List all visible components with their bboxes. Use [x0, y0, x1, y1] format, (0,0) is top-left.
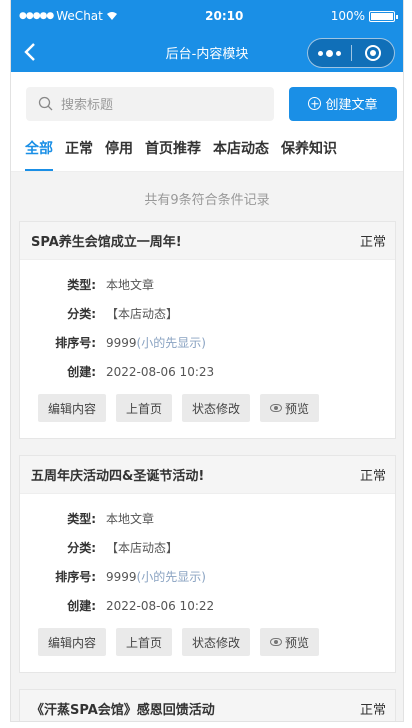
create-article-label: 创建文章	[325, 98, 378, 113]
category-label: 分类:	[67, 307, 96, 321]
change-status-button[interactable]: 状态修改	[182, 628, 251, 656]
tab-all[interactable]: 全部	[25, 125, 53, 171]
status-right: 100%	[330, 9, 398, 23]
card-actions: 编辑内容 上首页 状态修改 预览	[20, 386, 395, 438]
sort-label: 排序号:	[55, 336, 96, 350]
article-status: 正常	[359, 235, 386, 250]
category-tabs: 全部 正常 停用 首页推荐 本店动态 保养知识	[11, 126, 403, 172]
tab-disabled[interactable]: 停用	[105, 125, 133, 171]
more-dots-icon	[317, 50, 323, 56]
status-bar: ●●●●● WeChat 20:10 100%	[11, 0, 403, 32]
type-value: 本地文章	[106, 512, 155, 526]
sort-row: 排序号: 9999(小的先显示)	[20, 328, 395, 357]
back-arrow-icon	[24, 43, 35, 61]
tab-care-knowledge[interactable]: 保养知识	[281, 125, 337, 171]
card-body: 类型: 本地文章 分类: 【本店动态】 排序号: 9999(小的先显示) 创建: 202…	[20, 494, 395, 672]
article-card: 《汗蒸SPA会馆》感恩回馈活动 正常	[19, 689, 396, 721]
status-left: ●●●●● WeChat	[19, 9, 118, 23]
category-row: 分类: 【本店动态】	[20, 299, 395, 328]
created-value: 2022-08-06 10:22	[106, 598, 215, 613]
type-value: 本地文章	[106, 278, 155, 292]
sort-number: 9999	[106, 570, 137, 584]
type-row: 类型: 本地文章	[20, 270, 395, 299]
filter-area: 搜索标题 创建文章 全部 正常 停用 首页推荐 本店动态 保养知识	[11, 72, 403, 172]
change-status-button[interactable]: 状态修改	[182, 394, 251, 422]
tab-home-recommend[interactable]: 首页推荐	[145, 125, 201, 171]
record-count: 共有9条符合条件记录	[144, 193, 270, 208]
nav-bar: 后台-内容模块	[11, 32, 403, 72]
preview-button[interactable]: 预览	[260, 394, 320, 422]
create-article-button[interactable]: 创建文章	[289, 86, 397, 121]
card-header: 五周年庆活动四&圣诞节活动! 正常	[20, 456, 395, 494]
sort-label: 排序号:	[55, 570, 96, 584]
signal-icon: ●●●●●	[19, 11, 54, 21]
add-circle-icon	[308, 97, 322, 110]
page-title: 后台-内容模块	[165, 46, 249, 62]
card-actions: 编辑内容 上首页 状态修改 预览	[20, 620, 395, 672]
created-row: 创建: 2022-08-06 10:23	[20, 357, 395, 386]
article-status: 正常	[359, 469, 386, 484]
search-row: 搜索标题 创建文章	[11, 72, 403, 126]
promote-home-button[interactable]: 上首页	[116, 628, 173, 656]
sort-number: 9999	[106, 336, 137, 350]
tab-normal[interactable]: 正常	[65, 125, 93, 171]
type-row: 类型: 本地文章	[20, 504, 395, 533]
edit-content-button[interactable]: 编辑内容	[38, 628, 107, 656]
battery-percent: 100%	[330, 9, 365, 23]
sort-hint: (小的先显示)	[136, 336, 206, 350]
article-title: SPA养生会馆成立一周年!	[31, 235, 182, 250]
type-label: 类型:	[67, 278, 96, 292]
more-menu-button[interactable]	[308, 39, 351, 67]
category-value: 【本店动态】	[106, 307, 179, 321]
article-title: 《汗蒸SPA会馆》感恩回馈活动	[31, 703, 215, 718]
created-label: 创建:	[67, 365, 96, 379]
battery-icon	[369, 10, 398, 22]
search-input[interactable]: 搜索标题	[26, 86, 274, 121]
phone-frame: ●●●●● WeChat 20:10 100% 后台-内容模块 搜索标题 创建文…	[10, 0, 404, 722]
card-header: SPA养生会馆成立一周年! 正常	[20, 222, 395, 260]
search-icon	[38, 96, 53, 111]
card-header: 《汗蒸SPA会馆》感恩回馈活动 正常	[20, 690, 395, 721]
sort-value: 9999(小的先显示)	[106, 334, 206, 351]
preview-label: 预览	[285, 401, 310, 416]
sort-value: 9999(小的先显示)	[106, 568, 206, 585]
article-title: 五周年庆活动四&圣诞节活动!	[31, 469, 205, 484]
status-time: 20:10	[205, 9, 244, 23]
sort-row: 排序号: 9999(小的先显示)	[20, 562, 395, 591]
category-value: 【本店动态】	[106, 541, 179, 555]
sort-hint: (小的先显示)	[136, 570, 206, 584]
search-placeholder: 搜索标题	[61, 98, 114, 113]
tab-store-news[interactable]: 本店动态	[213, 125, 269, 171]
eye-icon	[270, 404, 283, 412]
target-close-icon	[364, 45, 381, 61]
category-row: 分类: 【本店动态】	[20, 533, 395, 562]
category-label: 分类:	[67, 541, 96, 555]
close-mini-program-button[interactable]	[352, 39, 395, 67]
back-button[interactable]	[21, 40, 41, 64]
promote-home-button[interactable]: 上首页	[116, 394, 173, 422]
article-card: 五周年庆活动四&圣诞节活动! 正常 类型: 本地文章 分类: 【本店动态】 排序号:…	[19, 455, 396, 673]
card-body: 类型: 本地文章 分类: 【本店动态】 排序号: 9999(小的先显示) 创建: 202…	[20, 260, 395, 438]
preview-button[interactable]: 预览	[260, 628, 320, 656]
created-row: 创建: 2022-08-06 10:22	[20, 591, 395, 620]
created-value: 2022-08-06 10:23	[106, 364, 215, 379]
eye-icon	[270, 638, 283, 646]
preview-label: 预览	[285, 635, 310, 650]
edit-content-button[interactable]: 编辑内容	[38, 394, 107, 422]
type-label: 类型:	[67, 512, 96, 526]
mini-program-capsule	[307, 38, 395, 68]
wifi-icon	[106, 12, 117, 20]
article-card: SPA养生会馆成立一周年! 正常 类型: 本地文章 分类: 【本店动态】 排序号: 9…	[19, 221, 396, 439]
carrier-label: WeChat	[56, 9, 103, 23]
article-status: 正常	[359, 703, 386, 718]
created-label: 创建:	[67, 599, 96, 613]
